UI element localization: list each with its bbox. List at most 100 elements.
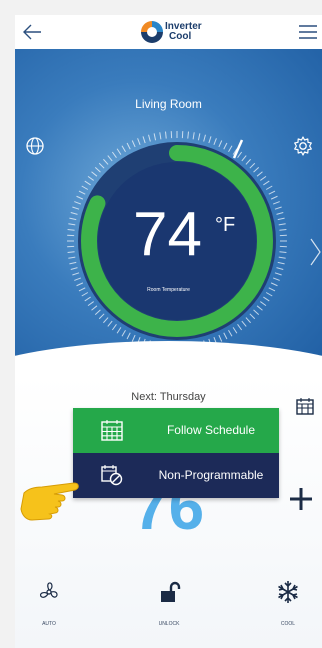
dial-tick (68, 223, 76, 226)
dial-tick (272, 277, 280, 281)
dial-tick (81, 292, 89, 297)
dial-tick (253, 167, 260, 173)
dial-tick (107, 155, 113, 162)
dial-tick (131, 140, 136, 148)
dial-tick (74, 201, 82, 205)
dial-tick (274, 272, 282, 276)
dial-tick (256, 171, 263, 177)
dial-tick (69, 261, 77, 265)
chevron-right-icon[interactable] (308, 237, 322, 267)
dial-tick (76, 195, 84, 200)
dial-tick (249, 162, 256, 169)
dial-tick (187, 131, 189, 139)
dial-tick (197, 133, 201, 141)
dial-tick (192, 132, 195, 140)
dial-tick (111, 151, 117, 158)
dial-tick (107, 320, 113, 327)
dial-tick (142, 136, 146, 144)
increase-temperature-button[interactable] (288, 485, 314, 517)
dial-tick (203, 134, 206, 142)
dial-tick (218, 140, 223, 148)
dial-tick (256, 305, 263, 311)
dial-tick (237, 324, 243, 331)
room-name[interactable]: Living Room (15, 97, 322, 111)
back-arrow-icon[interactable] (21, 21, 43, 43)
dial-tick (228, 145, 233, 153)
dial-tick (165, 131, 167, 139)
gear-icon[interactable] (292, 135, 314, 157)
dial-tick (67, 229, 75, 231)
dial-tick (94, 309, 101, 315)
auto-fan-button[interactable]: AUTO (19, 578, 79, 628)
dial-tick (84, 296, 91, 302)
dial-tick (81, 185, 89, 190)
brand-name-line2: Cool (169, 31, 192, 42)
follow-schedule-option[interactable]: Follow Schedule (73, 408, 279, 453)
calendar-grid-icon (101, 420, 123, 441)
dial-tick (103, 158, 109, 165)
non-programmable-label: Non-Programmable (158, 468, 264, 482)
snowflake-icon (278, 581, 298, 603)
dial-tick (208, 136, 212, 144)
dial-tick (70, 267, 78, 270)
dial-tick (245, 317, 251, 324)
dial-tick (260, 301, 267, 307)
dial-tick (87, 301, 94, 307)
dial-tick (270, 195, 278, 200)
dial-tick (228, 329, 233, 337)
dial-tick (153, 133, 157, 141)
cool-label: COOL (280, 621, 296, 627)
auto-label: AUTO (42, 621, 56, 627)
dial-tick (232, 327, 238, 334)
dial-tick (241, 320, 247, 327)
dial-tick (84, 180, 91, 186)
dial-tick (276, 267, 284, 270)
dial-tick (268, 190, 276, 195)
hamburger-menu-icon[interactable] (298, 22, 318, 42)
plus-icon (290, 488, 312, 510)
cool-mode-button[interactable]: COOL (258, 578, 318, 628)
unlock-button[interactable]: UNLOCK (139, 578, 199, 628)
dial-tick (218, 334, 223, 342)
screen-frame: Inverter Cool Living Room 74 °F Room Tem… (0, 0, 322, 648)
dial-tick (70, 212, 78, 215)
temperature-unit: °F (215, 214, 236, 236)
dial-tick (76, 282, 84, 287)
dial-tick (279, 251, 287, 253)
dial-tick (223, 142, 228, 150)
brand-logo: Inverter Cool (139, 19, 207, 45)
unlock-icon (161, 581, 181, 602)
dial-tick (274, 206, 282, 210)
globe-icon[interactable] (25, 136, 45, 156)
dial-tick (137, 138, 141, 146)
room-temperature-label: Room Temperature (147, 287, 190, 293)
dial-tick (241, 155, 247, 162)
current-temperature: 74 (133, 200, 202, 269)
non-programmable-option[interactable]: Non-Programmable (73, 453, 279, 498)
next-schedule-label: Next: Thursday (131, 391, 206, 403)
mode-bar: AUTO UNLOCK COOL (15, 568, 322, 648)
dial-tick (126, 332, 131, 340)
thermostat-hero: Living Room 74 °F Room Temperature (15, 49, 322, 375)
dial-tick (249, 313, 256, 320)
dial-tick (213, 138, 217, 146)
dial-setpoint-marker (232, 139, 244, 159)
follow-schedule-label: Follow Schedule (166, 423, 256, 437)
dial-tick (103, 317, 109, 324)
dial-tick (91, 305, 98, 311)
calendar-disabled-icon (101, 465, 123, 486)
calendar-icon[interactable] (296, 397, 314, 415)
dial-tick (72, 206, 80, 210)
dial-tick (69, 217, 77, 221)
dial-tick (68, 256, 76, 259)
dial-tick (253, 309, 260, 315)
dial-tick (279, 229, 287, 231)
dial-tick (94, 167, 101, 173)
dial-tick (98, 313, 105, 320)
logo-mark-icon (141, 21, 163, 43)
dial-tick (237, 151, 243, 158)
dial-tick (277, 217, 285, 221)
dial-tick (159, 132, 162, 140)
pointing-hand-icon (20, 482, 79, 521)
dial-tick (277, 261, 285, 265)
